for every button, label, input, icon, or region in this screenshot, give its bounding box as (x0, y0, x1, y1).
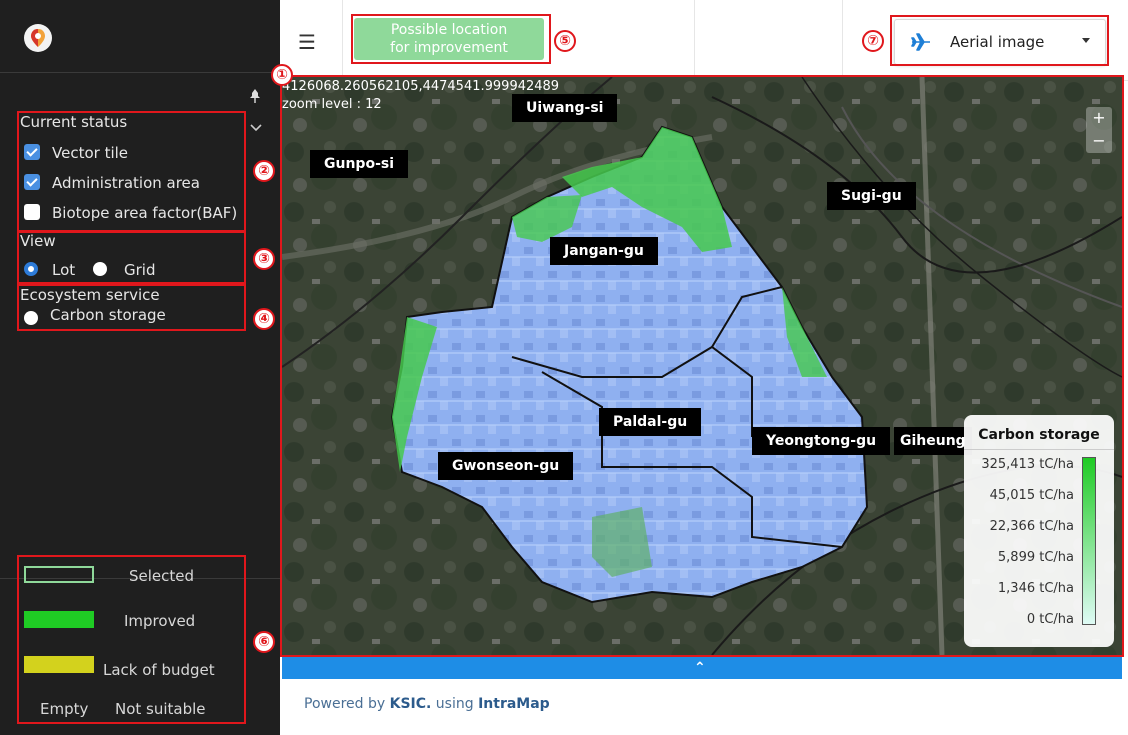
collapse-bar[interactable]: ⌃ (282, 657, 1122, 679)
footer-using-text: using (435, 696, 474, 712)
top-bar: ☰ Possible location for improvement ⑤ ⑦ … (280, 0, 1128, 81)
header-separator (694, 0, 695, 80)
header-separator (342, 0, 343, 80)
footer-ksic-link[interactable]: KSIC. (390, 696, 432, 712)
footer-intramap-link[interactable]: IntraMap (478, 696, 550, 712)
pin-icon[interactable] (249, 88, 261, 103)
annotation-box-3 (17, 231, 246, 284)
chevron-down-icon[interactable] (250, 117, 262, 132)
annotation-marker-2: ② (253, 160, 275, 182)
app-logo (24, 24, 52, 52)
annotation-marker-6: ⑥ (253, 631, 275, 653)
annotation-marker-4: ④ (253, 308, 275, 330)
annotation-marker-5: ⑤ (554, 30, 576, 52)
annotation-box-1 (280, 75, 1124, 657)
sidebar-divider (0, 72, 280, 73)
footer-credit: Powered by KSIC. using IntraMap (304, 696, 550, 712)
header-separator (842, 0, 843, 80)
annotation-box-7 (890, 15, 1109, 66)
annotation-box-4 (17, 284, 246, 331)
chevron-up-icon[interactable]: ⌃ (694, 660, 706, 676)
footer-powered-text: Powered by (304, 696, 386, 712)
footer: Powered by KSIC. using IntraMap (282, 680, 1122, 735)
annotation-marker-3: ③ (253, 248, 275, 270)
sidebar: Current status Vector tile Administratio… (0, 0, 280, 735)
annotation-box-6 (17, 555, 246, 724)
annotation-box-2 (17, 111, 246, 232)
annotation-marker-7: ⑦ (862, 30, 884, 52)
menu-icon[interactable]: ☰ (298, 30, 316, 54)
annotation-marker-1: ① (271, 64, 293, 86)
annotation-box-5 (351, 14, 551, 64)
